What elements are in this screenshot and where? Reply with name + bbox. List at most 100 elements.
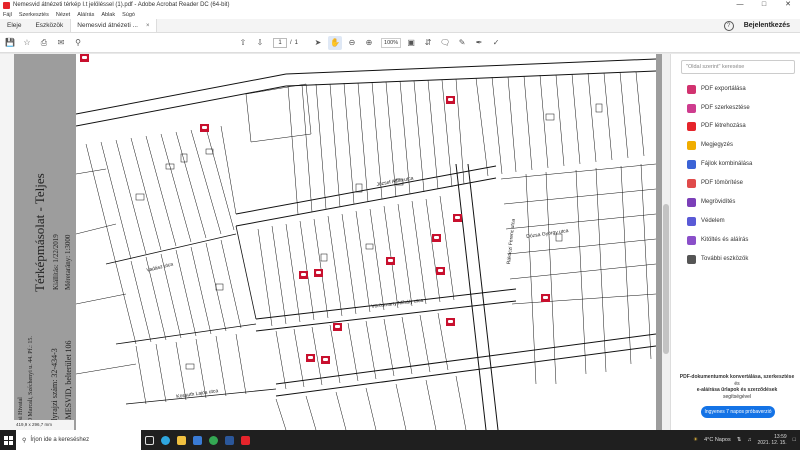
maximize-button[interactable]: □ xyxy=(752,0,776,10)
tab-close-icon[interactable]: × xyxy=(146,23,150,29)
parcel-marker-icon xyxy=(432,234,441,242)
tab-document-label: Nemesvid átnézeti ... xyxy=(77,22,138,29)
signin-button[interactable]: Bejelentkezés xyxy=(744,22,790,29)
minimize-button[interactable]: — xyxy=(728,0,752,10)
task-view-icon[interactable] xyxy=(142,430,157,450)
tool-compress-pdf[interactable]: PDF tömörítése xyxy=(687,176,743,190)
scroll-mode-icon[interactable]: ⇵ xyxy=(421,36,435,50)
parcel-marker-icon xyxy=(314,269,323,277)
map-title: Térképmásolat - Teljes xyxy=(32,173,47,292)
free-trial-button[interactable]: Ingyenes 7 napos próbaverzió xyxy=(701,406,775,418)
promo-text: PDF-dokumentumok konvertálása, szerkeszt… xyxy=(679,374,795,400)
page-total: 1 xyxy=(294,39,299,46)
tab-home[interactable]: Eleje xyxy=(0,19,28,32)
tool-comment[interactable]: Megjegyzés xyxy=(687,138,733,152)
weather-text[interactable]: 4°C Napos xyxy=(704,437,731,443)
highlight-pen-icon[interactable]: ✎ xyxy=(455,36,469,50)
tab-bar: Eleje Eszközök Nemesvid átnézeti ... × ?… xyxy=(0,19,800,33)
store-icon[interactable] xyxy=(190,430,205,450)
export-pdf-icon xyxy=(687,84,696,94)
more-tools-icon xyxy=(687,254,696,264)
menu-view[interactable]: Nézet xyxy=(56,12,70,18)
document-area[interactable]: József Attila utca Vadász utca Vörösmart… xyxy=(14,54,662,430)
parcel-marker-icon xyxy=(299,271,308,279)
parcel-marker-icon xyxy=(306,354,315,362)
notifications-icon[interactable]: □ xyxy=(793,437,796,443)
menu-file[interactable]: Fájl xyxy=(3,12,12,18)
volume-icon[interactable]: ♫ xyxy=(747,437,751,443)
fill-sign-icon xyxy=(687,235,696,245)
tool-search-input[interactable]: "Oldal szerint" keresése xyxy=(681,60,795,74)
page-number-input[interactable]: 1 xyxy=(273,37,287,48)
document-scrollbar[interactable] xyxy=(662,54,670,430)
system-tray: ☀ 4°C Napos ⇅ ♫ 13:59 2021. 12. 15. □ xyxy=(693,430,796,450)
chrome-icon[interactable] xyxy=(206,430,221,450)
tools-panel: "Oldal szerint" keresése PDF exportálása… xyxy=(670,54,800,430)
menu-help[interactable]: Súgó xyxy=(122,12,135,18)
tool-create-pdf[interactable]: PDF létrehozása xyxy=(687,119,746,133)
menu-edit[interactable]: Szerkesztés xyxy=(19,12,49,18)
pdf-page: József Attila utca Vadász utca Vörösmart… xyxy=(76,54,656,430)
tool-fill-sign[interactable]: Kitöltés és aláírás xyxy=(687,233,748,247)
zoom-in-icon[interactable]: ⊕ xyxy=(362,36,376,50)
bookmark-star-icon[interactable]: ☆ xyxy=(20,36,34,50)
word-icon[interactable] xyxy=(222,430,237,450)
close-window-button[interactable]: ✕ xyxy=(776,0,800,10)
fit-page-icon[interactable]: ▣ xyxy=(404,36,418,50)
email-icon[interactable]: ✉ xyxy=(54,36,68,50)
issue-date: Kiállítás: 1/22/2019 xyxy=(52,234,60,290)
left-navigation-pane[interactable] xyxy=(0,54,14,430)
tool-edit-pdf[interactable]: PDF szerkesztése xyxy=(687,101,750,115)
parcel-number: Helyrajzi szám: 32-434-3 xyxy=(50,348,59,430)
main-toolbar: 💾 ☆ ⎙ ✉ ⚲ ⇧ ⇩ 1 / 1 ➤ ✋ ⊖ ⊕ 100% ▣ ⇵ 🗨 ✎… xyxy=(0,33,800,53)
draw-icon[interactable]: ✒ xyxy=(472,36,486,50)
tool-combine-files[interactable]: Fájlok kombinálása xyxy=(687,157,752,171)
tab-tools[interactable]: Eszközök xyxy=(28,19,70,32)
tool-more-tools[interactable]: További eszközök xyxy=(687,252,748,266)
compress-pdf-icon xyxy=(687,178,696,188)
zoom-select[interactable]: 100% xyxy=(381,37,402,48)
parcel-marker-icon xyxy=(446,96,455,104)
taskbar-search[interactable]: ⚲ Írjon ide a kereséshez xyxy=(16,430,141,450)
select-cursor-icon[interactable]: ➤ xyxy=(311,36,325,50)
tool-export-pdf[interactable]: PDF exportálása xyxy=(687,82,746,96)
parcel-marker-icon xyxy=(333,323,342,331)
scrollbar-thumb[interactable] xyxy=(663,204,669,354)
acrobat-app-icon xyxy=(3,1,10,9)
network-icon[interactable]: ⇅ xyxy=(737,437,742,443)
page-up-icon[interactable]: ⇧ xyxy=(236,36,250,50)
hand-tool-icon[interactable]: ✋ xyxy=(328,35,343,50)
cadastral-map xyxy=(76,58,656,430)
tool-redact[interactable]: Megrövidítés xyxy=(687,195,735,209)
tab-document[interactable]: Nemesvid átnézeti ... × xyxy=(70,19,157,32)
comment-icon[interactable]: 🗨 xyxy=(438,36,452,50)
parcel-marker-icon xyxy=(321,356,330,364)
file-explorer-icon[interactable] xyxy=(174,430,189,450)
windows-logo-icon xyxy=(3,435,13,445)
page-size-status: 419,9 x 296,7 mm xyxy=(14,420,74,430)
zoom-out-icon[interactable]: ⊖ xyxy=(345,36,359,50)
sign-icon[interactable]: ✓ xyxy=(489,36,503,50)
search-icon: ⚲ xyxy=(22,437,27,444)
create-pdf-icon xyxy=(687,121,696,131)
print-icon[interactable]: ⎙ xyxy=(37,36,51,50)
combine-files-icon xyxy=(687,159,696,169)
parcel-marker-icon xyxy=(446,318,455,326)
office-address: 8700 Marcali, Széchenyi u. 44. Pf.: 15. xyxy=(28,336,34,430)
start-button[interactable] xyxy=(0,430,16,450)
edge-icon[interactable] xyxy=(158,430,173,450)
district-name: NEMESVID, belterület 106 xyxy=(64,340,73,430)
page-separator: / xyxy=(290,39,292,46)
page-down-icon[interactable]: ⇩ xyxy=(253,36,267,50)
acrobat-taskbar-icon[interactable] xyxy=(238,430,253,450)
save-icon[interactable]: 💾 xyxy=(3,36,17,50)
search-icon[interactable]: ⚲ xyxy=(71,36,85,50)
taskbar-search-placeholder: Írjon ide a kereséshez xyxy=(30,437,90,443)
clock[interactable]: 13:59 2021. 12. 15. xyxy=(757,434,786,447)
menu-window[interactable]: Ablak xyxy=(101,12,115,18)
menu-sign[interactable]: Aláírás xyxy=(77,12,94,18)
comment-tool-icon xyxy=(687,140,696,150)
help-icon[interactable]: ? xyxy=(723,20,734,31)
parcel-marker-icon xyxy=(541,294,550,302)
tool-protect[interactable]: Védelem xyxy=(687,214,725,228)
